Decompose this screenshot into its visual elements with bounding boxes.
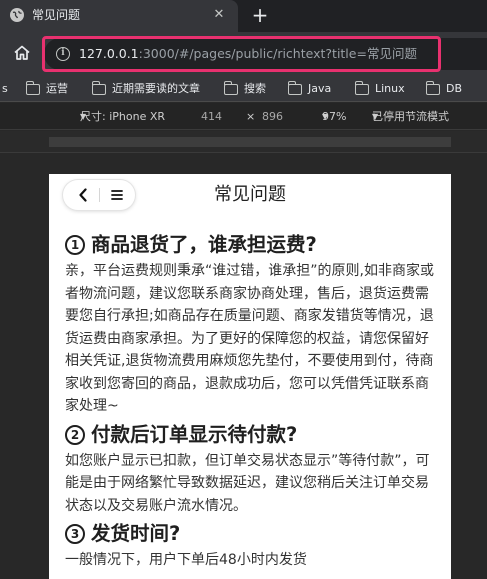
folder-icon [91, 80, 106, 95]
bookmarks-bar: s 运营 近期需要读的文章 搜索 Java Linux DB [0, 74, 487, 102]
bookmark-label: 近期需要读的文章 [112, 82, 200, 95]
faq-answer: 亲，平台运费规则秉承“谁过错，谁承担”的原则,如非商家或者物流问题，建议您联系商… [65, 263, 434, 414]
bookmark-folder[interactable]: Java [287, 80, 332, 97]
media-query-ruler [0, 131, 487, 153]
new-tab-button[interactable]: + [249, 4, 271, 26]
ruler-segment [49, 137, 451, 147]
device-toolbar: 尺寸: iPhone XR ▼ 414 × 896 97% ▼ 已停用节流模式 … [0, 103, 487, 130]
bookmark-label: Java [308, 82, 332, 95]
question-number: 3 [65, 524, 85, 544]
tab-strip: 常见问题 ✕ + [0, 0, 487, 32]
question-number: 1 [65, 235, 85, 255]
close-icon[interactable]: ✕ [211, 7, 227, 23]
browser-toolbar: i 127.0.0.1:3000/#/pages/public/richtext… [0, 32, 487, 74]
tab-title: 常见问题 [32, 8, 81, 22]
bookmark-label: s [2, 82, 8, 95]
bookmark-label: 运营 [46, 82, 68, 95]
caret-down-icon: ▼ [80, 112, 87, 121]
bookmark-folder[interactable]: Linux [354, 80, 405, 97]
bookmark-folder[interactable]: 近期需要读的文章 [91, 80, 200, 97]
folder-icon [354, 80, 369, 95]
faq-answer: 一般情况下，用户下单后48小时内发货 [65, 552, 307, 568]
caret-down-icon: ▼ [322, 112, 329, 121]
question-text: 商品退货了，谁承担运费? [91, 233, 317, 256]
url-host: 127.0.0.1 [79, 46, 139, 61]
question-text: 付款后订单显示待付款? [91, 422, 298, 446]
bookmark-folder[interactable]: DB [425, 80, 463, 97]
faq-question: 2 付款后订单显示待付款? [65, 420, 441, 450]
bookmark-folder[interactable]: 运营 [25, 80, 68, 97]
question-number: 2 [65, 424, 85, 445]
page-navbar: 常见问题 [49, 174, 451, 216]
info-icon[interactable]: i [56, 47, 70, 61]
bookmark-label: Linux [375, 82, 405, 95]
question-text: 发货时间? [91, 522, 181, 545]
home-icon[interactable] [12, 43, 32, 63]
device-label: 尺寸: iPhone XR [80, 110, 166, 123]
bookmark-label: DB [446, 82, 463, 95]
faq-question: 3 发货时间? [65, 519, 441, 549]
menu-icon[interactable] [109, 180, 125, 210]
nav-capsule [63, 180, 135, 210]
bookmark-label: 搜索 [244, 82, 266, 95]
caret-down-icon: ▼ [372, 112, 379, 121]
url-text[interactable]: 127.0.0.1:3000/#/pages/public/richtext?t… [79, 46, 417, 62]
folder-icon [223, 80, 238, 95]
faq-question: 1 商品退货了，谁承担运费? [65, 230, 441, 260]
folder-icon [287, 80, 302, 95]
url-path: :3000/#/pages/public/richtext?title=常见问题 [138, 46, 417, 61]
folder-icon [25, 80, 40, 95]
device-viewport: 常见问题 1 商品退货了，谁承担运费? 亲，平台运费规则秉承“谁过错，谁承担”的… [49, 174, 451, 579]
browser-tab[interactable]: 常见问题 ✕ [0, 0, 238, 32]
throttle-label: 已停用节流模式 [372, 110, 449, 123]
height-input[interactable]: 896 [262, 103, 283, 130]
bookmark-item[interactable]: s [2, 81, 8, 97]
bookmark-folder[interactable]: 搜索 [223, 80, 266, 97]
capsule-divider [99, 188, 100, 202]
faq-content: 1 商品退货了，谁承担运费? 亲，平台运费规则秉承“谁过错，谁承担”的原则,如非… [65, 230, 441, 574]
width-input[interactable]: 414 [201, 103, 222, 130]
globe-icon [10, 8, 24, 22]
back-icon[interactable] [75, 180, 91, 210]
times-symbol: × [246, 110, 256, 123]
address-bar[interactable]: i 127.0.0.1:3000/#/pages/public/richtext… [44, 38, 487, 70]
faq-answer: 如您账户显示已扣款，但订单交易状态显示”等待付款”，可能是由于网络繁忙导致数据延… [65, 452, 430, 514]
folder-icon [425, 80, 440, 95]
